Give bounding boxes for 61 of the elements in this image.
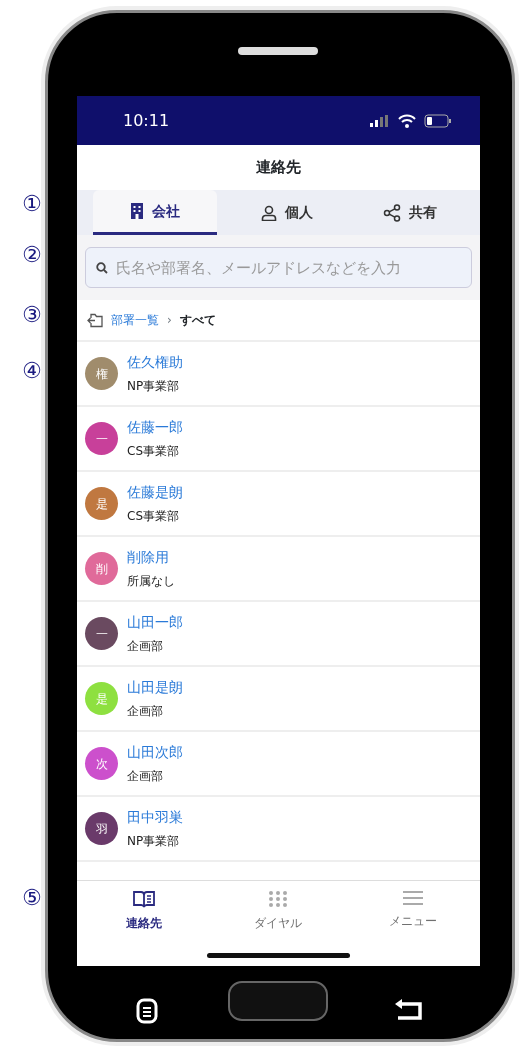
contact-row[interactable]: 権 佐久権助 NP事業部 <box>77 342 480 407</box>
contact-name: 佐久権助 <box>127 353 183 371</box>
avatar: 一 <box>85 617 118 650</box>
contact-name: 佐藤是朗 <box>127 483 183 501</box>
book-icon <box>133 890 156 908</box>
building-icon <box>129 203 144 219</box>
avatar: 権 <box>85 357 118 390</box>
avatar: 羽 <box>85 812 118 845</box>
menu-icon <box>402 890 423 906</box>
contact-department: NP事業部 <box>127 833 181 849</box>
breadcrumb-link[interactable]: 部署一覧 <box>111 311 159 329</box>
signal-icon <box>370 114 390 127</box>
breadcrumb-current: すべて <box>179 312 216 329</box>
status-time: 10:11 <box>123 109 170 132</box>
contact-name: 佐藤一郎 <box>127 418 183 436</box>
dial-pad-icon <box>268 890 289 908</box>
contact-row[interactable]: 羽 田中羽巣 NP事業部 <box>77 797 480 862</box>
contact-name: 削除用 <box>127 548 170 566</box>
nav-tab[interactable]: ダイヤル <box>211 889 346 966</box>
contact-name: 山田是朗 <box>127 678 183 696</box>
contact-row[interactable]: 一 佐藤一郎 CS事業部 <box>77 407 480 472</box>
nav-tab[interactable]: メニュー <box>345 889 480 966</box>
tab[interactable]: 会社 <box>93 190 217 235</box>
recent-apps-icon[interactable] <box>136 998 158 1024</box>
annotation-number: ③ <box>22 304 42 326</box>
avatar: 是 <box>85 682 118 715</box>
contact-department: 企画部 <box>127 638 164 654</box>
tab[interactable]: 共有 <box>348 190 472 235</box>
battery-icon <box>424 113 452 128</box>
annotation-number: ① <box>22 193 42 215</box>
annotation-number: ④ <box>22 360 42 382</box>
avatar: 削 <box>85 552 118 585</box>
tab[interactable]: 個人 <box>224 190 349 235</box>
share-icon <box>383 203 402 222</box>
contact-row[interactable]: 次 山田次郎 企画部 <box>77 732 480 797</box>
person-icon <box>260 204 277 221</box>
contact-name: 山田次郎 <box>127 743 183 761</box>
contact-name: 田中羽巣 <box>127 808 183 826</box>
avatar: 是 <box>85 487 118 520</box>
contact-department: 企画部 <box>127 703 164 719</box>
folder-back-icon <box>87 312 103 328</box>
avatar: 一 <box>85 422 118 455</box>
avatar: 次 <box>85 747 118 780</box>
contact-row[interactable]: 是 山田是朗 企画部 <box>77 667 480 732</box>
contact-department: CS事業部 <box>127 508 180 524</box>
nav-tab[interactable]: 連絡先 <box>77 889 212 966</box>
contact-row[interactable]: 一 山田一郎 企画部 <box>77 602 480 667</box>
contact-department: CS事業部 <box>127 443 180 459</box>
home-button[interactable] <box>228 981 328 1021</box>
search-field[interactable]: 氏名や部署名、メールアドレスなどを入力 <box>85 247 472 288</box>
contact-name: 山田一郎 <box>127 613 183 631</box>
annotation-number: ⑤ <box>22 887 42 909</box>
screen-title: 連絡先 <box>256 157 301 179</box>
contact-row[interactable]: 是 佐藤是朗 CS事業部 <box>77 472 480 537</box>
contact-department: 企画部 <box>127 768 164 784</box>
contact-department: 所属なし <box>127 573 175 589</box>
contact-row[interactable]: 削 削除用 所属なし <box>77 537 480 602</box>
wifi-icon <box>398 113 416 128</box>
contact-department: NP事業部 <box>127 378 181 394</box>
breadcrumb-separator: › <box>167 312 172 329</box>
annotation-number: ② <box>22 244 42 266</box>
